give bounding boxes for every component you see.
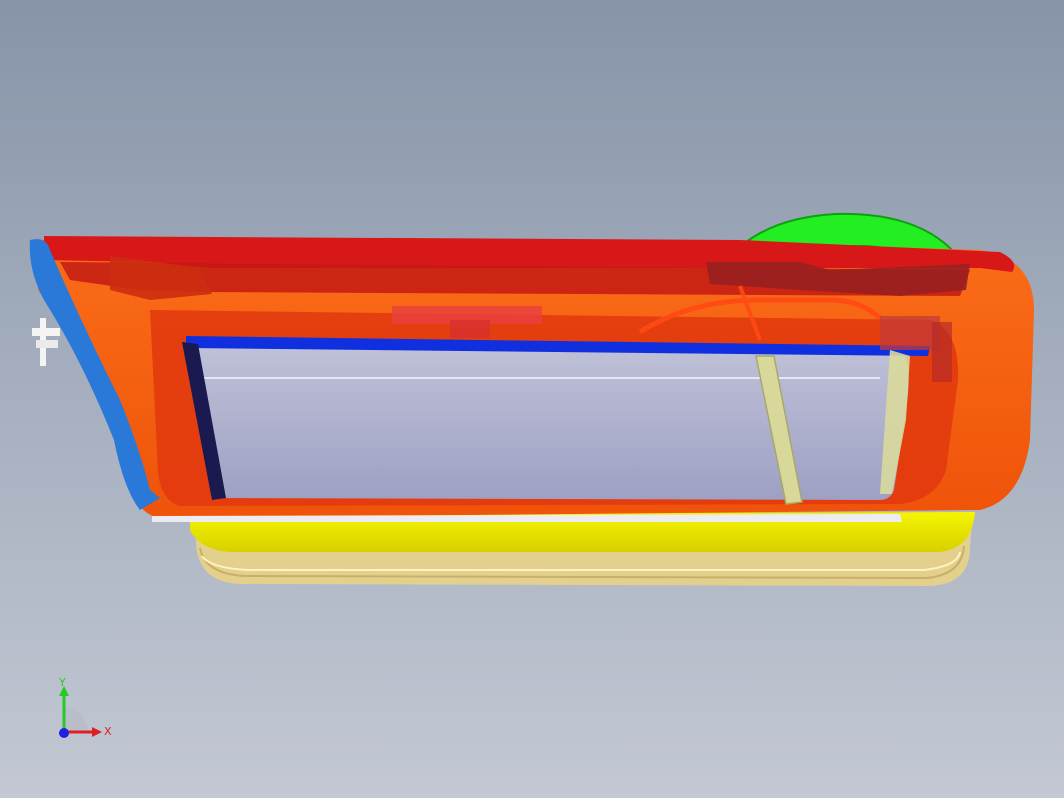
y-axis-label: Y	[58, 676, 66, 689]
x-axis-head-icon	[92, 727, 102, 737]
coordinate-triad: Y X	[58, 676, 112, 738]
x-axis-label: X	[104, 725, 112, 738]
door-model[interactable]	[0, 0, 1064, 798]
mount-bolt	[32, 318, 60, 366]
triad-plane-icon	[64, 708, 88, 732]
window-glass	[186, 342, 909, 500]
3d-viewport[interactable]: Y X	[0, 0, 1064, 798]
z-axis-dot-icon	[59, 728, 69, 738]
